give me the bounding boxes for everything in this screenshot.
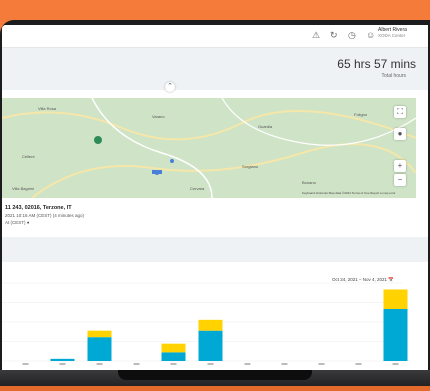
chart-x-tick [318, 363, 325, 365]
map-view[interactable]: Villa Rosa Varano Guardia Foligno Celler… [2, 98, 416, 198]
app-screen: ⚠ ↻ ◷ ☺ Albert Rivera XODA Center 65 hrs… [2, 25, 428, 370]
chart-bar-primary[interactable] [87, 337, 112, 361]
zoom-out-icon[interactable]: − [394, 174, 406, 186]
total-hours-label: Total hours [381, 73, 406, 79]
top-bar: ⚠ ↻ ◷ ☺ Albert Rivera XODA Center [2, 25, 428, 48]
user-org: XODA Center [378, 33, 406, 38]
map-label: Sorgiano [242, 164, 259, 169]
collapse-chevron-icon[interactable]: ⌃ [165, 82, 175, 92]
chart-bar-primary[interactable] [50, 358, 75, 361]
refresh-icon[interactable]: ↻ [330, 29, 338, 41]
location-time: 2021 10:16 AM (CEST) (4 minutes ago) [5, 213, 85, 218]
user-icon[interactable]: ☺ [366, 29, 375, 41]
chart-bar-primary[interactable] [383, 309, 408, 361]
section-separator [2, 237, 428, 262]
map-attribution: Keyboard shortcuts Map data ©2021 Terms … [302, 191, 396, 195]
chart-x-tick [170, 363, 177, 365]
chart-x-tick [244, 363, 251, 365]
map-label: Villa Bagnini [12, 186, 34, 191]
notification-icon[interactable]: ⚠ [312, 29, 320, 41]
chart-x-tick [207, 363, 214, 365]
chart-bar-secondary[interactable] [87, 330, 112, 338]
map-marker[interactable] [94, 136, 102, 144]
chart-bar-secondary[interactable] [161, 343, 186, 353]
laptop-shadow [0, 386, 430, 391]
chart-x-tick [392, 363, 399, 365]
total-hours-value: 65 hrs 57 mins [337, 57, 416, 71]
chart-x-tick [96, 363, 103, 365]
chart-bar-primary[interactable] [161, 352, 186, 361]
map-label: Cervara [190, 186, 205, 191]
chart-bar-primary[interactable] [198, 330, 223, 361]
map-canvas: Villa Rosa Varano Guardia Foligno Celler… [2, 98, 416, 198]
chart-x-tick [355, 363, 362, 365]
fullscreen-icon[interactable]: ⛶ [394, 106, 406, 118]
map-label: Bonano [302, 180, 317, 185]
street-view-icon[interactable]: ● [394, 128, 406, 140]
location-link[interactable]: At (CEST) ● [5, 220, 29, 225]
clock-icon[interactable]: ◷ [348, 29, 356, 41]
map-label: Varano [152, 114, 165, 119]
map-label: Foligno [354, 112, 368, 117]
user-menu[interactable]: Albert Rivera XODA Center [378, 27, 407, 39]
map-label: Cellere [22, 154, 35, 159]
chart-x-tick [133, 363, 140, 365]
chart-bar-secondary[interactable] [198, 319, 223, 331]
chart-bar-secondary[interactable] [383, 289, 408, 310]
map-label: Guardia [258, 124, 273, 129]
location-address: 11 243, 02016, Terzone, IT [5, 205, 72, 211]
laptop-notch [118, 370, 312, 380]
chart-x-tick [22, 363, 29, 365]
map-label: Villa Rosa [38, 106, 57, 111]
chart-x-tick [59, 363, 66, 365]
activity-chart [2, 282, 408, 365]
chart-x-tick [281, 363, 288, 365]
zoom-in-icon[interactable]: + [394, 160, 406, 172]
